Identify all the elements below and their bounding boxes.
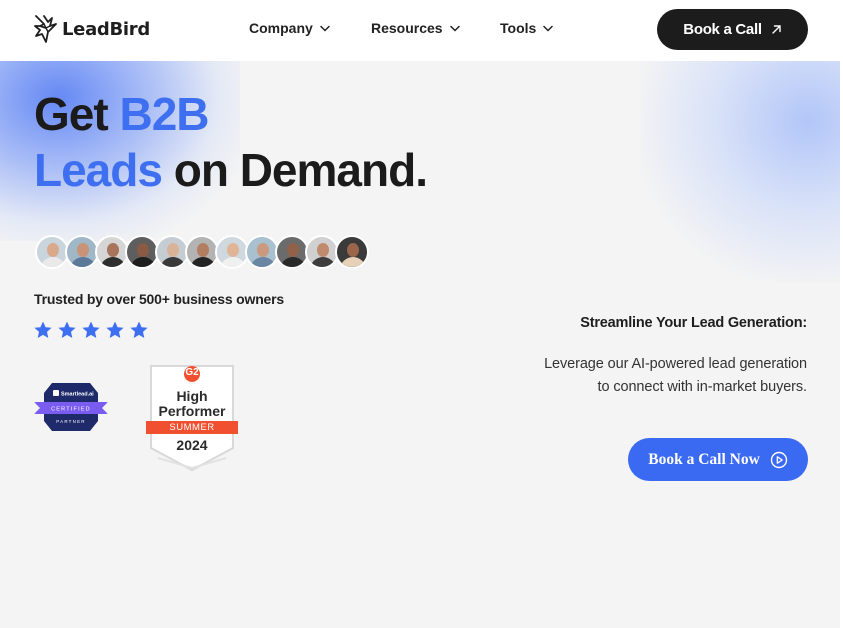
smartlead-certified: CERTIFIED	[51, 407, 91, 413]
avatar	[35, 235, 69, 269]
arrow-up-right-icon	[771, 25, 781, 34]
avatar	[185, 235, 219, 269]
smartlead-partner: PARTNER	[56, 419, 86, 424]
avatar	[275, 235, 309, 269]
avatar	[125, 235, 159, 269]
logo-text: LeadBird	[62, 18, 150, 40]
site-header: LeadBird Company Resources Tools Book a …	[0, 0, 843, 61]
book-a-call-label: Book a Call	[683, 21, 762, 38]
book-a-call-now-label: Book a Call Now	[648, 450, 760, 468]
avatar	[335, 235, 369, 269]
headline-get: Get	[34, 88, 120, 140]
avatar	[245, 235, 279, 269]
chevron-down-icon	[320, 25, 330, 32]
star-icon	[82, 321, 100, 338]
avatar	[65, 235, 99, 269]
g2-high-performer-badge: G2 High Performer SUMMER 2024	[146, 364, 238, 472]
bird-logo-icon	[34, 15, 57, 43]
star-icon	[106, 321, 124, 338]
avatar	[95, 235, 129, 269]
smartlead-brand: Smartlead.ai	[61, 392, 94, 398]
g2-performer: Performer	[158, 403, 226, 419]
nav-resources-label: Resources	[371, 20, 443, 36]
avatar	[215, 235, 249, 269]
g2-summer: SUMMER	[169, 422, 215, 433]
streamline-heading: Streamline Your Lead Generation:	[580, 315, 807, 331]
nav-resources[interactable]: Resources	[371, 20, 460, 36]
customer-avatars	[35, 235, 369, 269]
g2-high: High	[176, 388, 208, 404]
nav-tools-label: Tools	[500, 20, 537, 36]
headline-leads: Leads	[34, 144, 163, 196]
smartlead-certified-badge: Smartlead.ai CERTIFIED PARTNER	[34, 383, 108, 431]
avatar	[155, 235, 189, 269]
star-icon	[34, 321, 52, 338]
chevron-down-icon	[543, 25, 554, 32]
star-icon	[130, 321, 148, 338]
play-circle-icon	[770, 451, 787, 468]
avatar	[305, 235, 339, 269]
g2-year: 2024	[176, 437, 208, 453]
g2-logo: G2	[185, 367, 199, 378]
headline-b2b: B2B	[119, 88, 209, 140]
book-a-call-now-button[interactable]: Book a Call Now	[628, 438, 808, 481]
trusted-text: Trusted by over 500+ business owners	[34, 291, 284, 307]
rating-stars	[33, 320, 149, 340]
nav-tools[interactable]: Tools	[500, 20, 554, 36]
chevron-down-icon	[449, 25, 460, 32]
hero-description: Leverage our AI-powered lead generation …	[544, 356, 807, 395]
nav-company[interactable]: Company	[249, 20, 330, 36]
hero-headline: Get B2B Leads on Demand.	[34, 86, 428, 198]
logo[interactable]: LeadBird	[34, 14, 150, 44]
book-a-call-button[interactable]: Book a Call	[657, 9, 808, 50]
star-icon	[58, 321, 76, 338]
nav-company-label: Company	[249, 20, 313, 36]
headline-on-demand: on Demand.	[161, 144, 428, 196]
